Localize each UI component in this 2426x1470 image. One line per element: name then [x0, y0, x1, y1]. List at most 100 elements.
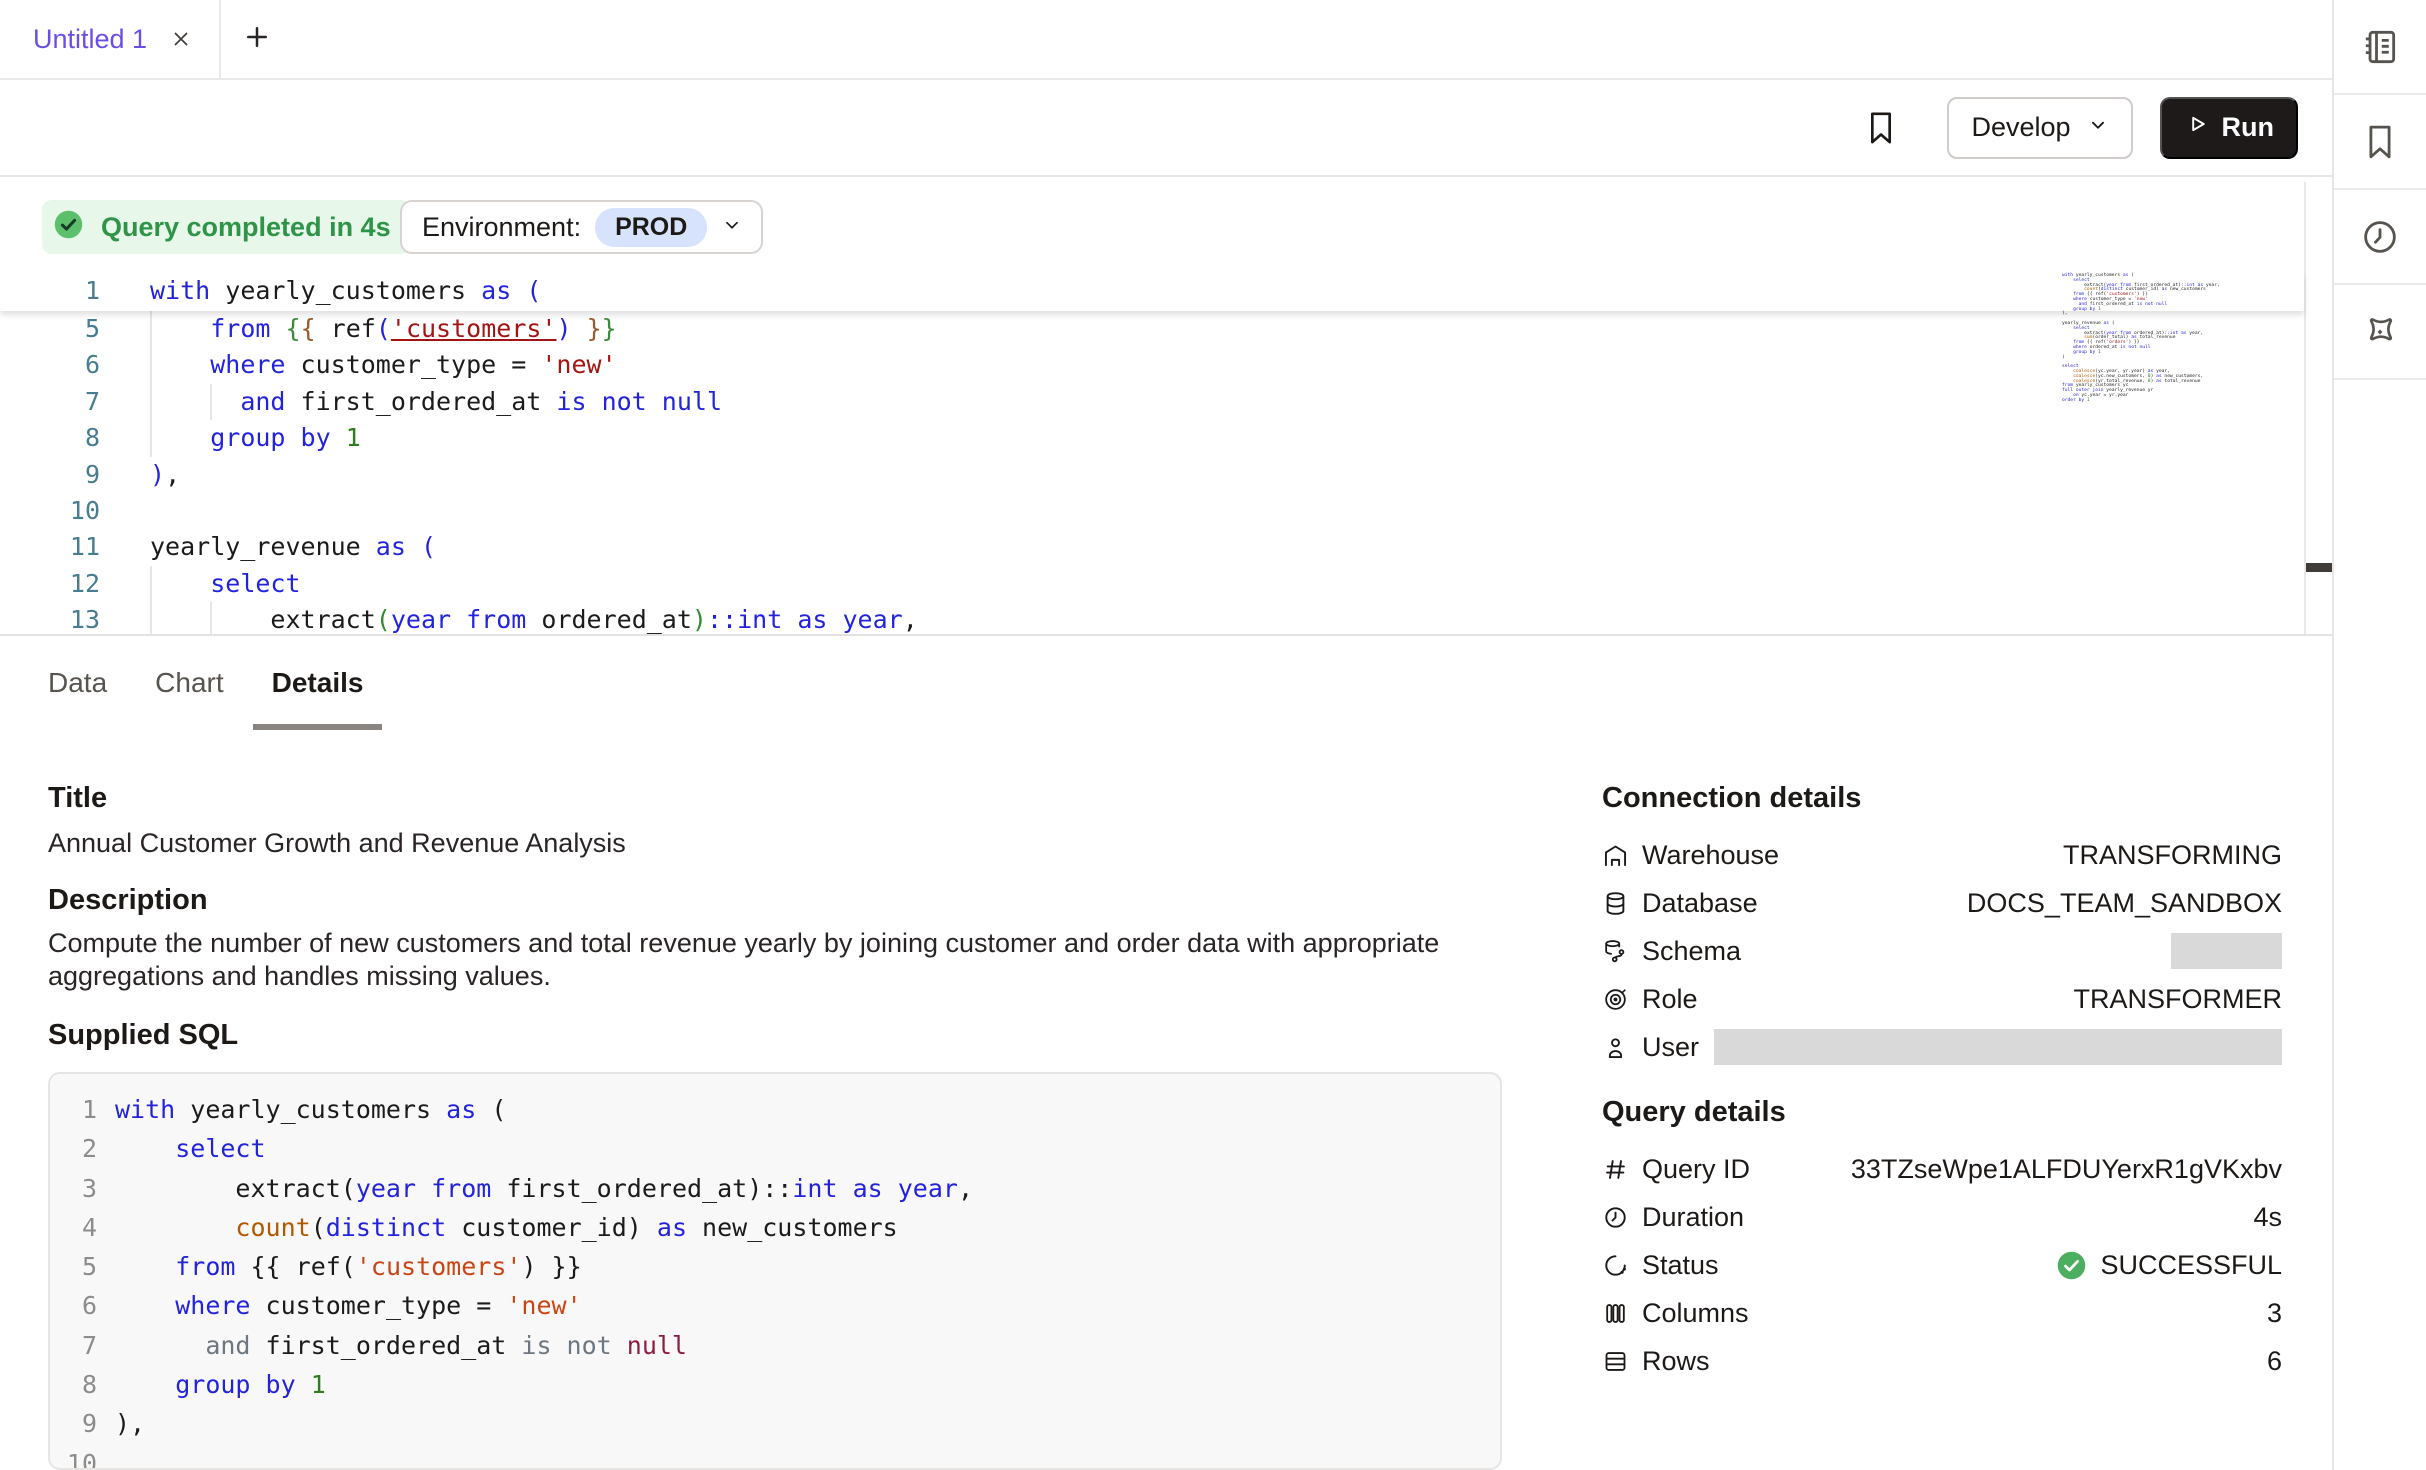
line-content: with yearly_customers as ( [100, 273, 541, 309]
run-button[interactable]: Run [2160, 97, 2298, 159]
plus-icon [242, 22, 272, 57]
code-line[interactable]: 13 extract(year from ordered_at)::int as… [0, 602, 2304, 634]
close-icon[interactable] [169, 27, 193, 51]
line-number: 6 [50, 1286, 97, 1325]
toolbar: Develop Run [0, 80, 2332, 177]
line-number: 4 [50, 1208, 97, 1247]
line-content: from {{ ref('customers') }} [97, 1247, 582, 1286]
develop-button-label: Develop [1971, 112, 2070, 143]
detail-row: StatusSUCCESSFUL [1602, 1241, 2282, 1289]
description-heading: Description [48, 884, 208, 917]
line-number: 3 [50, 1169, 97, 1208]
schema-icon [1602, 938, 1629, 965]
line-content: where customer_type = 'new' [100, 347, 617, 383]
line-number: 10 [50, 1444, 97, 1470]
editor-body[interactable]: 5 from {{ ref('customers') }}6 where cus… [0, 311, 2304, 634]
document-tab-label: Untitled 1 [33, 24, 147, 55]
code-line[interactable]: 7 and first_ordered_at is not null [0, 384, 2304, 420]
line-content: select [97, 1129, 266, 1168]
line-number: 5 [50, 1247, 97, 1286]
detail-label: Database [1642, 888, 1758, 919]
code-line: 1with yearly_customers as ( [50, 1090, 1500, 1129]
description-value: Compute the number of new customers and … [48, 927, 1448, 993]
query-details-panel: Query details Query ID33TZseWpe1ALFDUYer… [1602, 1096, 2282, 1385]
database-icon [1602, 890, 1629, 917]
detail-row: User [1602, 1023, 2282, 1071]
develop-button[interactable]: Develop [1947, 97, 2132, 159]
rail-button-bookmark[interactable] [2334, 95, 2426, 190]
tab-chart[interactable]: Chart [136, 636, 242, 730]
duration-icon [1602, 1204, 1629, 1231]
play-icon [2184, 111, 2210, 144]
line-content: and first_ordered_at is not null [100, 384, 722, 420]
status-icon [1602, 1252, 1629, 1279]
code-line[interactable]: 5 from {{ ref('customers') }} [0, 311, 2304, 347]
bookmark-icon[interactable] [1861, 106, 1901, 150]
user-icon [1602, 1034, 1629, 1061]
detail-value: 3 [2267, 1298, 2282, 1329]
notebook-icon [2359, 26, 2401, 68]
detail-value: DOCS_TEAM_SANDBOX [1967, 888, 2282, 919]
detail-label: Warehouse [1642, 840, 1779, 871]
line-content: and first_ordered_at is not null [97, 1326, 687, 1365]
detail-value [1712, 1029, 2282, 1065]
bookmark-icon [2359, 121, 2401, 163]
line-content: where customer_type = 'new' [97, 1286, 582, 1325]
tab-details[interactable]: Details [253, 636, 383, 730]
line-content: count(distinct customer_id) as new_custo… [97, 1208, 898, 1247]
supplied-sql-block: 1with yearly_customers as (2 select3 ext… [48, 1072, 1502, 1470]
sql-editor[interactable]: 1with yearly_customers as ( 5 from {{ re… [0, 177, 2332, 636]
detail-label: Query ID [1642, 1154, 1750, 1185]
code-line[interactable]: 12 select [0, 566, 2304, 602]
line-content: select [100, 566, 301, 602]
code-line: 2 select [50, 1129, 1500, 1168]
rail-button-history[interactable] [2334, 190, 2426, 285]
code-line[interactable]: 10 [0, 493, 2304, 529]
code-line[interactable]: 9), [0, 457, 2304, 493]
detail-row: Database DOCS_TEAM_SANDBOX [1602, 879, 2282, 927]
detail-value: TRANSFORMER [2074, 984, 2283, 1015]
line-number: 5 [0, 311, 100, 347]
connection-details-panel: Connection details WarehouseTRANSFORMING… [1602, 782, 2282, 1071]
detail-label: Status [1642, 1250, 1719, 1281]
code-line[interactable]: 11yearly_revenue as ( [0, 529, 2304, 565]
editor-scrollbar-thumb[interactable] [2306, 563, 2333, 572]
detail-label: Schema [1642, 936, 1741, 967]
detail-label: Role [1642, 984, 1698, 1015]
role-icon [1602, 986, 1629, 1013]
rail-button-notebook[interactable] [2334, 0, 2426, 95]
line-content [97, 1444, 115, 1470]
detail-row: WarehouseTRANSFORMING [1602, 831, 2282, 879]
line-number: 9 [0, 457, 100, 493]
new-tab-button[interactable] [235, 0, 279, 78]
line-number: 13 [0, 602, 100, 634]
document-tab-untitled-1[interactable]: Untitled 1 [0, 0, 221, 78]
redacted-value [2171, 933, 2282, 969]
line-content: order by 1 [2062, 399, 2090, 404]
line-number: 12 [0, 566, 100, 602]
editor-minimap[interactable]: with yearly_customers as ( select extrac… [2062, 274, 2298, 404]
code-line: 7 and first_ordered_at is not null [50, 1326, 1500, 1365]
line-number: 2 [50, 1129, 97, 1168]
detail-row: Query ID33TZseWpe1ALFDUYerxR1gVKxbv [1602, 1145, 2282, 1193]
code-line[interactable]: 8 group by 1 [0, 420, 2304, 456]
detail-row: Rows6 [1602, 1337, 2282, 1385]
right-icon-rail [2332, 0, 2426, 1470]
detail-label: Rows [1642, 1346, 1710, 1377]
tab-data[interactable]: Data [29, 636, 126, 730]
line-content: with yearly_customers as ( [97, 1090, 506, 1129]
success-check-icon [2055, 1249, 2088, 1282]
detail-row: Columns3 [1602, 1289, 2282, 1337]
rail-button-copilot[interactable] [2334, 285, 2426, 380]
code-line: 1with yearly_customers as ( [0, 273, 2304, 309]
line-number: 10 [0, 493, 100, 529]
connection-details-heading: Connection details [1602, 782, 2282, 815]
code-line[interactable]: 6 where customer_type = 'new' [0, 347, 2304, 383]
copilot-icon [2359, 311, 2401, 353]
results-tab-bar: DataChartDetails [0, 636, 2332, 730]
code-line: 10 [50, 1444, 1500, 1470]
line-number: 1 [50, 1090, 97, 1129]
editor-scrollbar[interactable] [2304, 182, 2332, 634]
history-icon [2359, 216, 2401, 258]
code-line: 5 from {{ ref('customers') }} [50, 1247, 1500, 1286]
